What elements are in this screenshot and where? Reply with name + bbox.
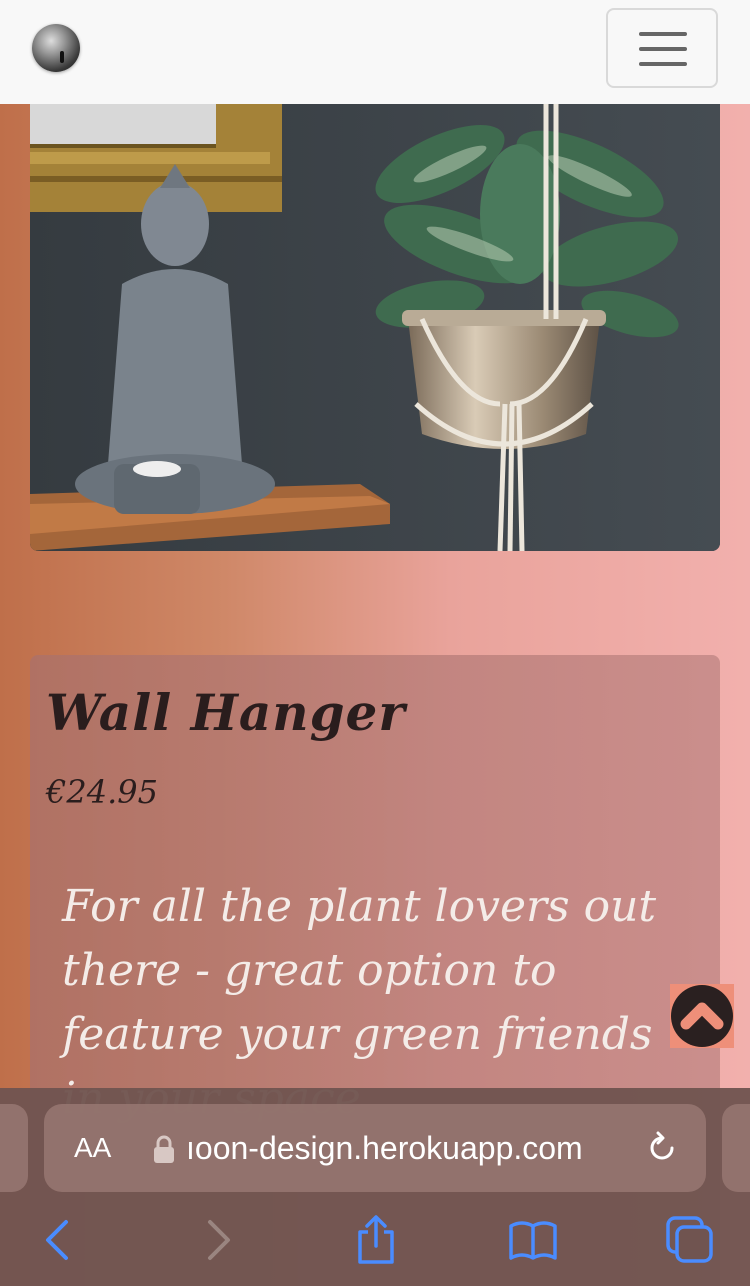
bookmarks-icon[interactable] — [507, 1214, 559, 1266]
site-logo[interactable] — [32, 24, 80, 72]
forward-icon[interactable] — [192, 1214, 244, 1266]
previous-tab-preview[interactable] — [0, 1104, 28, 1192]
product-name: Wall Hanger — [46, 683, 406, 742]
next-tab-preview[interactable] — [722, 1104, 750, 1192]
menu-toggle-button[interactable] — [606, 8, 718, 88]
chevron-up-icon — [680, 1002, 724, 1030]
browser-toolbar: AA ıoon-design.herokuapp.com — [0, 1088, 750, 1286]
product-price: €24.95 — [46, 773, 158, 811]
top-navbar — [0, 0, 750, 104]
back-to-top-button[interactable] — [670, 984, 734, 1048]
reload-icon[interactable] — [644, 1130, 680, 1166]
tabs-icon[interactable] — [664, 1214, 716, 1266]
share-icon[interactable] — [350, 1214, 402, 1266]
product-image — [30, 104, 720, 551]
hamburger-menu-icon — [639, 32, 687, 36]
url-text[interactable]: ıoon-design.herokuapp.com — [186, 1126, 626, 1170]
back-icon[interactable] — [32, 1214, 84, 1266]
lock-icon — [154, 1135, 174, 1163]
address-bar[interactable]: AA ıoon-design.herokuapp.com — [44, 1104, 706, 1192]
text-size-button[interactable]: AA — [74, 1128, 111, 1168]
